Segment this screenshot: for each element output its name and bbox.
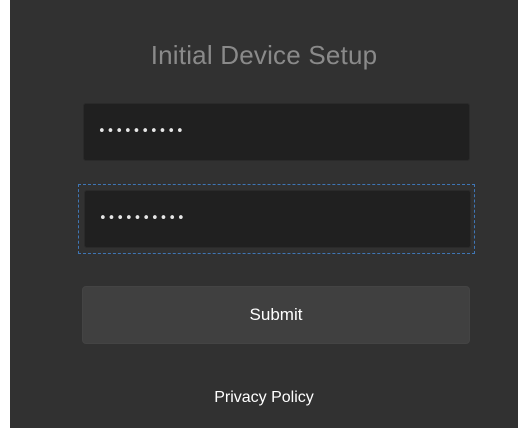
page-title: Initial Device Setup: [150, 40, 378, 70]
password-field-container: ••••••••••: [83, 103, 470, 161]
privacy-policy-link[interactable]: Privacy Policy: [10, 389, 518, 407]
password-field[interactable]: ••••••••••: [83, 103, 470, 161]
confirm-password-field[interactable]: ••••••••••: [84, 190, 471, 248]
submit-button[interactable]: Submit: [82, 286, 470, 344]
setup-panel: Initial Device Setup •••••••••• ••••••••…: [10, 0, 518, 428]
confirm-password-field-container: ••••••••••: [78, 184, 475, 254]
